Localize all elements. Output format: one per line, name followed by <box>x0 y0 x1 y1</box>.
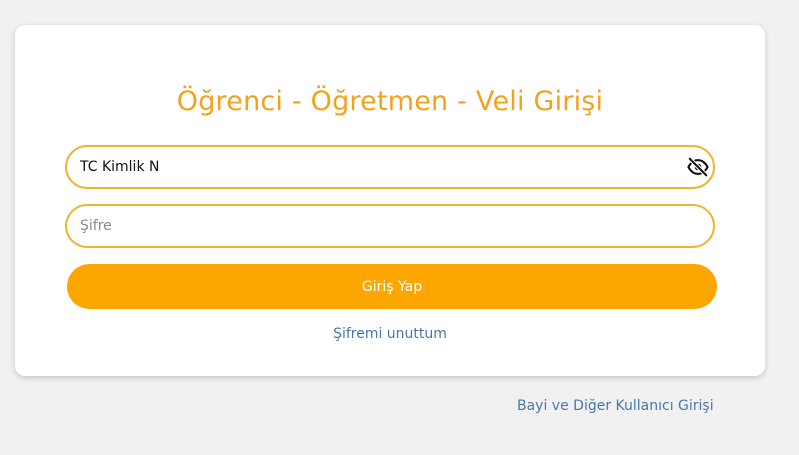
eye-slash-icon[interactable] <box>687 156 709 178</box>
password-field-wrapper <box>65 204 715 248</box>
dealer-login-link[interactable]: Bayi ve Diğer Kullanıcı Girişi <box>517 398 714 414</box>
tc-field-wrapper <box>65 145 715 189</box>
forgot-password-link[interactable]: Şifremi unuttum <box>15 326 765 342</box>
login-card: Öğrenci - Öğretmen - Veli Girişi Giriş Y… <box>15 25 765 376</box>
tc-kimlik-input[interactable] <box>67 147 713 187</box>
login-button[interactable]: Giriş Yap <box>67 264 717 309</box>
password-input[interactable] <box>67 206 713 246</box>
login-title: Öğrenci - Öğretmen - Veli Girişi <box>176 86 604 117</box>
